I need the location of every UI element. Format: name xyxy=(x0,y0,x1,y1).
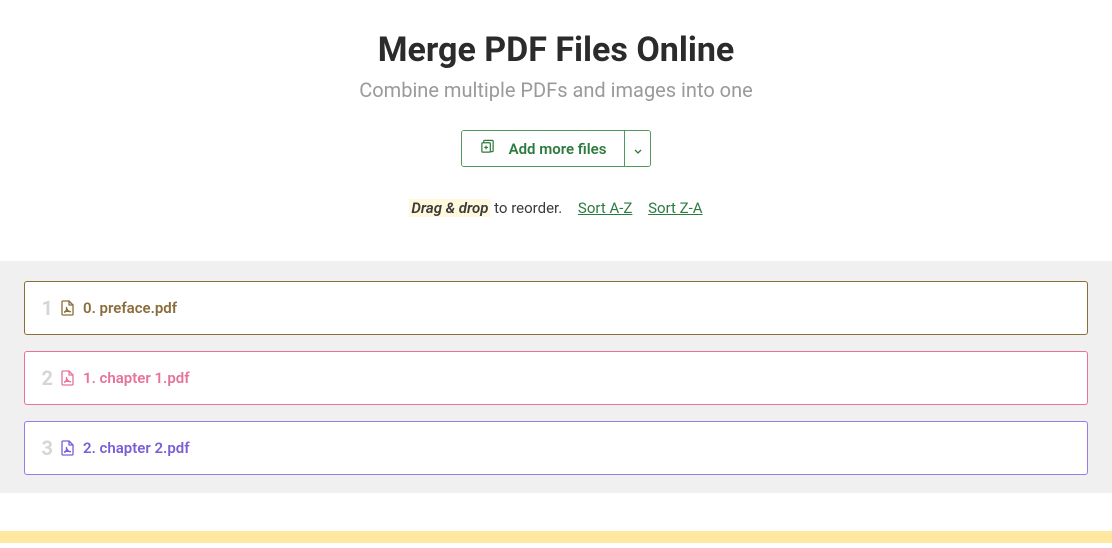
page-subtitle: Combine multiple PDFs and images into on… xyxy=(0,78,1112,102)
drag-drop-label: Drag & drop xyxy=(409,199,490,217)
file-name: 1. chapter 1.pdf xyxy=(83,369,190,387)
add-files-label: Add more files xyxy=(509,140,607,158)
file-index: 1 xyxy=(39,296,61,320)
add-files-dropdown-button[interactable] xyxy=(624,131,650,166)
file-index: 2 xyxy=(39,366,61,390)
file-index: 3 xyxy=(39,436,61,460)
file-name: 2. chapter 2.pdf xyxy=(83,439,190,457)
add-files-button-group: Add more files xyxy=(461,130,652,167)
add-more-files-button[interactable]: Add more files xyxy=(462,131,625,166)
reorder-text: to reorder. xyxy=(490,199,562,217)
header-section: Merge PDF Files Online Combine multiple … xyxy=(0,0,1112,261)
file-row[interactable]: 3 2. chapter 2.pdf xyxy=(24,421,1088,475)
file-name: 0. preface.pdf xyxy=(83,299,177,317)
files-list-area: 1 0. preface.pdf 2 1. chapter 1.pdf 3 2. chap… xyxy=(0,261,1112,493)
pdf-file-icon xyxy=(61,370,75,386)
pdf-file-icon xyxy=(61,440,75,456)
footer-bar xyxy=(0,531,1112,543)
sort-za-link[interactable]: Sort Z-A xyxy=(648,199,702,217)
sort-az-link[interactable]: Sort A-Z xyxy=(578,199,632,217)
reorder-instructions: Drag & drop to reorder. Sort A-Z Sort Z-… xyxy=(0,199,1112,217)
add-files-row: Add more files xyxy=(0,130,1112,167)
pdf-file-icon xyxy=(61,300,75,316)
add-files-icon xyxy=(480,139,495,158)
page-title: Merge PDF Files Online xyxy=(0,30,1112,70)
chevron-down-icon xyxy=(634,139,642,158)
file-row[interactable]: 2 1. chapter 1.pdf xyxy=(24,351,1088,405)
file-row[interactable]: 1 0. preface.pdf xyxy=(24,281,1088,335)
